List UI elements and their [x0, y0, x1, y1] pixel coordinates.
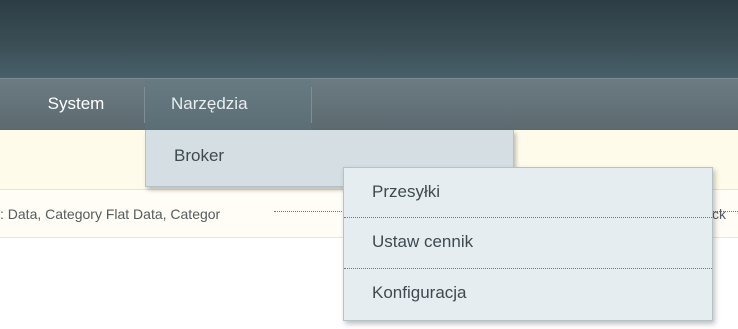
nav-item-system[interactable]: System	[0, 79, 144, 131]
header-band	[0, 0, 738, 78]
submenu-item-przesylki[interactable]: Przesyłki	[344, 168, 712, 218]
nav-divider	[311, 87, 312, 123]
dotted-underline	[274, 211, 344, 212]
nav-item-narzedzia[interactable]: Narzędzia	[145, 79, 311, 131]
submenu-item-konfiguracja[interactable]: Konfiguracja	[344, 269, 712, 319]
cache-notice-text-suffix: ck	[712, 206, 726, 222]
menu-item-broker-label: Broker	[174, 146, 225, 165]
nav-item-system-label: System	[47, 94, 105, 113]
cache-notice-text: : Data, Category Flat Data, Categor	[0, 206, 221, 222]
submenu-item-konfiguracja-label: Konfiguracja	[372, 283, 467, 302]
submenu-item-ustaw-cennik-label: Ustaw cennik	[372, 232, 474, 251]
nav-item-narzedzia-label: Narzędzia	[171, 94, 248, 113]
submenu-item-przesylki-label: Przesyłki	[372, 182, 441, 201]
broker-submenu: Przesyłki Ustaw cennik Konfiguracja	[343, 167, 713, 321]
submenu-item-ustaw-cennik[interactable]: Ustaw cennik	[344, 218, 712, 268]
main-navbar: System Narzędzia	[0, 78, 738, 131]
